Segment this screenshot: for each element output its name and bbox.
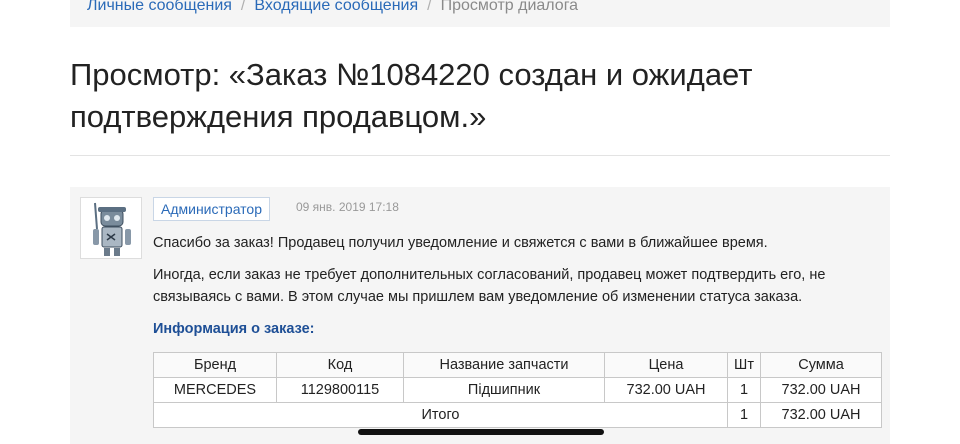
order-table: Бренд Код Название запчасти Цена Шт Сумм…: [153, 352, 882, 428]
total-label: Итого: [153, 402, 728, 428]
breadcrumb-link-inbox[interactable]: Входящие сообщения: [254, 0, 418, 14]
page-title: Просмотр: «Заказ №1084220 создан и ожида…: [70, 57, 753, 134]
cell-brand: MERCEDES: [153, 377, 277, 403]
message-card: Администратор 09 янв. 2019 17:18 Спасибо…: [70, 187, 890, 444]
message-timestamp: 09 янв. 2019 17:18: [296, 200, 399, 214]
table-total-row: Итого 1 732.00 UAH: [153, 402, 882, 428]
home-indicator[interactable]: [358, 429, 604, 435]
cell-sum: 732.00 UAH: [760, 377, 882, 403]
order-info-title: Информация о заказе:: [153, 321, 315, 337]
column-header-qty: Шт: [727, 352, 761, 378]
breadcrumb-separator: /: [427, 0, 432, 14]
breadcrumb-current: Просмотр диалога: [440, 0, 579, 14]
avatar[interactable]: [80, 197, 142, 259]
divider: [70, 155, 890, 156]
breadcrumb-separator: /: [240, 0, 246, 14]
total-qty: 1: [727, 402, 761, 428]
message-paragraph: Иногда, если заказ не требует дополнител…: [153, 267, 826, 305]
table-row: MERCEDES 1129800115 Підшипник 732.00 UAH…: [153, 377, 882, 403]
cell-code: 1129800115: [276, 377, 404, 403]
column-header-brand: Бренд: [153, 352, 277, 378]
column-header-name: Название запчасти: [403, 352, 605, 378]
table-header-row: Бренд Код Название запчасти Цена Шт Сумм…: [153, 352, 882, 378]
breadcrumb: Личные сообщения / Входящие сообщения / Прос…: [70, 0, 890, 27]
message-paragraph: Спасибо за заказ! Продавец получил уведо…: [153, 235, 768, 251]
cell-price: 732.00 UAH: [604, 377, 728, 403]
column-header-sum: Сумма: [760, 352, 882, 378]
breadcrumb-link-messages[interactable]: Личные сообщения: [87, 0, 232, 14]
column-header-price: Цена: [604, 352, 728, 378]
total-sum: 732.00 UAH: [760, 402, 882, 428]
robot-icon: [93, 202, 131, 256]
cell-name: Підшипник: [403, 377, 605, 403]
author-badge[interactable]: Администратор: [153, 197, 271, 221]
cell-qty: 1: [727, 377, 761, 403]
column-header-code: Код: [276, 352, 404, 378]
